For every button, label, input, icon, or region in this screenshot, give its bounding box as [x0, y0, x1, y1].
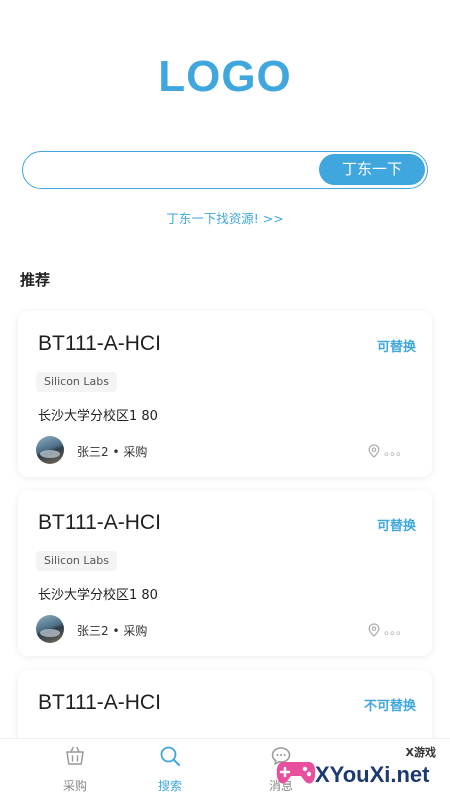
card-brand-tag: Silicon Labs — [36, 372, 117, 392]
app-screen: LOGO 丁东一下 丁东一下找资源! >> 推荐 BT111-A-HCI 可替换… — [0, 0, 450, 800]
basket-icon — [66, 746, 84, 765]
avatar — [36, 615, 64, 643]
search-input[interactable] — [37, 158, 321, 184]
card-location: 。。。 — [368, 442, 408, 459]
card-location-text: 。。。 — [383, 444, 408, 458]
card-part-number: BT111-A-HCI — [38, 691, 161, 714]
card-status: 不可替换 — [363, 699, 416, 714]
gamepad-logo-icon — [276, 762, 316, 784]
card-address: 长沙大学分校区1 80 — [38, 409, 158, 424]
location-pin-icon — [368, 443, 380, 458]
watermark-top-text: X游戏 — [405, 746, 436, 759]
location-pin-icon — [368, 622, 380, 637]
app-logo: LOGO — [158, 52, 292, 101]
recommend-card[interactable]: BT111-A-HCI 可替换 Silicon Labs 长沙大学分校区1 80… — [18, 311, 432, 477]
card-status: 可替换 — [376, 340, 416, 355]
card-location: 。。。 — [368, 621, 408, 638]
card-status: 可替换 — [376, 519, 416, 534]
search-button[interactable]: 丁东一下 — [319, 154, 425, 185]
card-address: 长沙大学分校区1 80 — [38, 588, 158, 603]
card-part-number: BT111-A-HCI — [38, 511, 161, 534]
card-user: 张三2 • 采购 — [77, 445, 148, 459]
find-resource-link[interactable]: 丁东一下找资源! >> — [0, 208, 450, 227]
watermark: X游戏 XYouXi.net — [275, 742, 450, 800]
watermark-text: XYouXi.net — [315, 762, 430, 787]
card-part-number: BT111-A-HCI — [38, 332, 161, 355]
card-brand-tag: Silicon Labs — [36, 551, 117, 571]
search-icon — [160, 746, 180, 766]
search-bar: 丁东一下 — [22, 151, 428, 189]
recommend-card[interactable]: BT111-A-HCI 可替换 Silicon Labs 长沙大学分校区1 80… — [18, 490, 432, 656]
avatar — [36, 436, 64, 464]
card-user: 张三2 • 采购 — [77, 624, 148, 638]
section-title-recommend: 推荐 — [20, 271, 51, 289]
card-location-text: 。。。 — [383, 623, 408, 637]
